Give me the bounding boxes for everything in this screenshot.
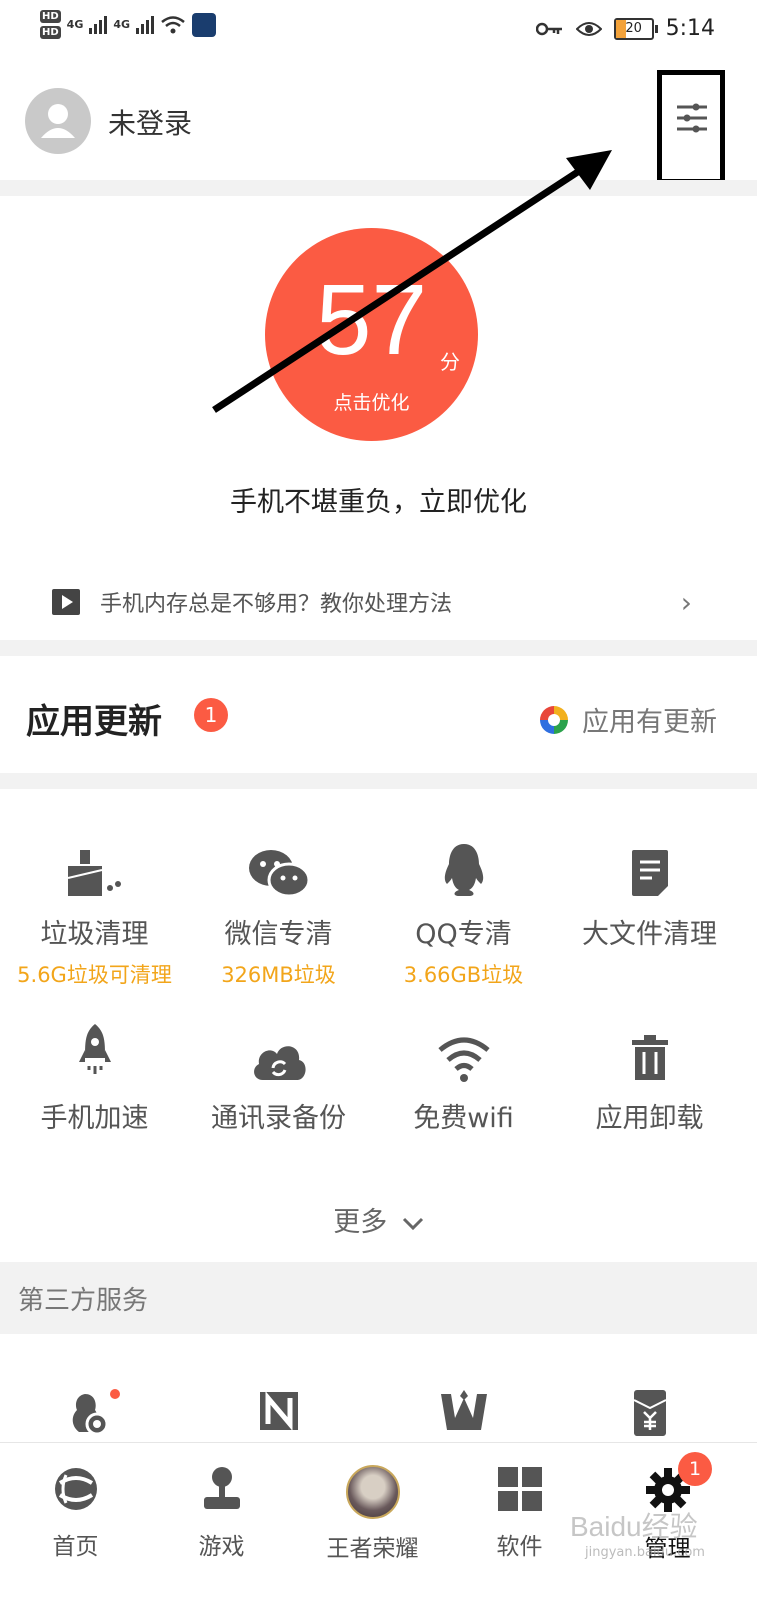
- n-logo-icon: [259, 1391, 298, 1431]
- tool-name: 通讯录备份: [211, 1103, 346, 1134]
- app-store-logo-icon: [540, 705, 568, 734]
- login-label[interactable]: 未登录: [108, 102, 192, 142]
- chevron-down-icon: [402, 1217, 423, 1231]
- home-logo-icon: [54, 1468, 97, 1510]
- tool-sub: 3.66GB垃圾: [403, 963, 524, 987]
- settings-button[interactable]: [657, 70, 725, 184]
- penguin-coin-icon: [72, 1389, 120, 1436]
- service-item[interactable]: [369, 1388, 558, 1438]
- score-unit: 分: [440, 350, 460, 374]
- divider: [0, 773, 757, 789]
- wechat-icon: [248, 850, 310, 898]
- joystick-icon: [203, 1467, 240, 1509]
- tool-contacts-backup[interactable]: 通讯录备份: [184, 1022, 373, 1135]
- updates-badge: 1: [194, 698, 228, 732]
- tool-wechat-clean[interactable]: 微信专清 326MB垃圾: [184, 838, 373, 989]
- tool-junk-clean[interactable]: 垃圾清理 5.6G垃圾可清理: [0, 838, 189, 989]
- score-action-label: 点击优化: [333, 392, 410, 414]
- key-icon: [535, 22, 562, 35]
- signal-icon: [89, 15, 108, 34]
- status-bar: HD HD 4G 4G 20 5:14: [0, 0, 757, 64]
- network-label-2: 4G: [113, 18, 131, 31]
- tool-name: 垃圾清理: [40, 919, 149, 950]
- tool-app-uninstall[interactable]: 应用卸载: [555, 1022, 744, 1135]
- hd2-icon: HD: [40, 26, 61, 39]
- tool-name: 大文件清理: [582, 919, 717, 950]
- user-icon: [41, 104, 75, 138]
- divider: [0, 180, 757, 196]
- service-item[interactable]: [555, 1388, 744, 1442]
- crown-w-icon: [440, 1390, 487, 1430]
- more-label: 更多: [333, 1207, 388, 1238]
- cloud-sync-icon: [253, 1046, 306, 1080]
- score-button[interactable]: 57 分 点击优化: [265, 228, 478, 441]
- nav-label: 王者荣耀: [326, 1536, 419, 1562]
- nav-honor-of-kings[interactable]: 王者荣耀: [297, 1465, 448, 1563]
- divider: [0, 640, 757, 656]
- clock: 5:14: [665, 16, 715, 41]
- status-right: 20 5:14: [535, 16, 715, 41]
- tool-name: 手机加速: [40, 1103, 149, 1134]
- updates-link[interactable]: 应用有更新: [538, 700, 717, 739]
- service-item[interactable]: [184, 1388, 373, 1438]
- apps-grid-icon: [497, 1467, 542, 1511]
- eye-icon: [575, 21, 602, 36]
- tool-phone-boost[interactable]: 手机加速: [0, 1022, 189, 1135]
- yuan-card-icon: [633, 1390, 666, 1436]
- third-party-title: 第三方服务: [18, 1286, 149, 1316]
- status-left: HD HD 4G 4G: [40, 10, 217, 39]
- tool-free-wifi[interactable]: 免费wifi: [369, 1022, 558, 1135]
- app-notification-icon: [192, 12, 217, 37]
- nav-games[interactable]: 游戏: [146, 1465, 297, 1561]
- tool-name: 免费wifi: [413, 1103, 514, 1134]
- rocket-icon: [78, 1024, 111, 1074]
- tool-name: 微信专清: [224, 919, 333, 950]
- battery-icon: 20: [613, 17, 658, 40]
- chevron-right-icon: ›: [680, 585, 692, 619]
- qq-penguin-icon: [444, 844, 483, 896]
- wifi-status-icon: [161, 15, 185, 33]
- play-icon: [52, 589, 80, 615]
- tip-link[interactable]: 手机内存总是不够用？教你处理方法 ›: [52, 585, 692, 619]
- wifi-icon: [437, 1037, 490, 1082]
- document-icon: [631, 850, 668, 896]
- battery-level: 20: [625, 20, 642, 36]
- network-label-1: 4G: [66, 18, 84, 31]
- trash-icon: [631, 1035, 668, 1080]
- watermark-logo: Baidu经验: [570, 1511, 698, 1542]
- signal-2-icon: [136, 15, 155, 34]
- more-button[interactable]: 更多: [0, 1200, 757, 1239]
- avatar[interactable]: [25, 88, 91, 154]
- score-message: 手机不堪重负，立即优化: [230, 487, 527, 518]
- tool-qq-clean[interactable]: QQ专清 3.66GB垃圾: [369, 838, 558, 989]
- tool-large-file-clean[interactable]: 大文件清理: [555, 838, 744, 951]
- tip-text: 手机内存总是不够用？教你处理方法: [100, 592, 453, 617]
- nav-label: 首页: [52, 1534, 99, 1560]
- game-avatar-icon: [345, 1465, 400, 1519]
- nav-label: 游戏: [198, 1534, 245, 1560]
- nav-home[interactable]: 首页: [0, 1465, 151, 1561]
- updates-title[interactable]: 应用更新: [26, 694, 162, 743]
- tool-sub: 5.6G垃圾可清理: [17, 963, 172, 987]
- settings-sliders-icon: [677, 103, 707, 133]
- manage-badge: 1: [678, 1452, 712, 1486]
- updates-right-label: 应用有更新: [582, 707, 717, 738]
- service-item[interactable]: [0, 1388, 189, 1442]
- tool-name: QQ专清: [415, 919, 512, 950]
- broom-icon: [67, 850, 121, 896]
- tool-sub: 326MB垃圾: [221, 963, 336, 987]
- watermark-url: jingyan.baidu.com: [585, 1545, 705, 1560]
- tool-name: 应用卸载: [595, 1103, 704, 1134]
- hd1-icon: HD: [40, 10, 61, 23]
